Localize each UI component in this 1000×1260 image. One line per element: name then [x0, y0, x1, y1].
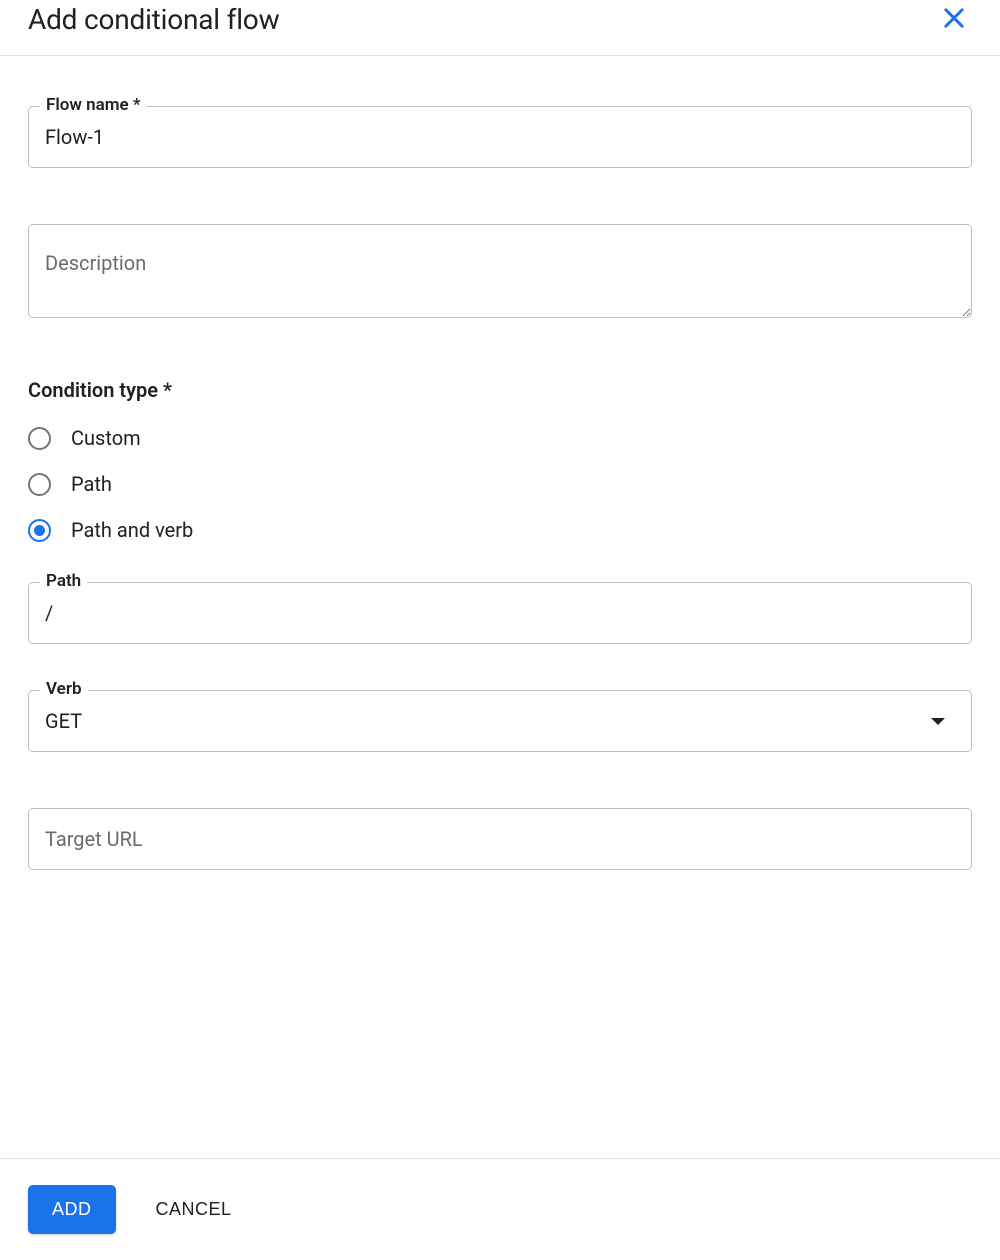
dialog-footer: ADD CANCEL [0, 1158, 1000, 1260]
verb-field-wrapper: Verb GET [28, 690, 972, 752]
verb-label: Verb [40, 679, 88, 699]
path-field-wrapper: Path [28, 582, 972, 644]
radio-option-path[interactable]: Path [28, 472, 972, 496]
radio-option-path-and-verb[interactable]: Path and verb [28, 518, 972, 542]
add-button[interactable]: ADD [28, 1185, 116, 1234]
radio-option-custom[interactable]: Custom [28, 426, 972, 450]
close-button[interactable] [936, 0, 972, 39]
radio-icon [28, 473, 51, 496]
radio-label: Custom [71, 426, 141, 450]
target-url-input[interactable] [28, 808, 972, 870]
flow-name-label: Flow name * [40, 95, 147, 115]
radio-label: Path and verb [71, 518, 193, 542]
description-textarea[interactable] [28, 224, 972, 318]
verb-value: GET [45, 709, 82, 733]
dialog-header: Add conditional flow [0, 0, 1000, 56]
description-field-wrapper [28, 224, 972, 322]
target-url-field-wrapper [28, 808, 972, 870]
verb-select[interactable]: GET [28, 690, 972, 752]
cancel-button[interactable]: CANCEL [156, 1199, 232, 1220]
dialog-title: Add conditional flow [28, 3, 279, 36]
radio-icon [28, 519, 51, 542]
radio-label: Path [71, 472, 112, 496]
condition-type-label: Condition type * [28, 378, 972, 402]
radio-icon [28, 427, 51, 450]
path-input[interactable] [28, 582, 972, 644]
flow-name-field-wrapper: Flow name * [28, 106, 972, 168]
close-icon [940, 4, 968, 35]
dialog-content: Flow name * Condition type * Custom Path… [0, 56, 1000, 1158]
flow-name-input[interactable] [28, 106, 972, 168]
condition-type-radio-group: Custom Path Path and verb [28, 426, 972, 542]
path-label: Path [40, 571, 87, 591]
chevron-down-icon [931, 718, 945, 725]
